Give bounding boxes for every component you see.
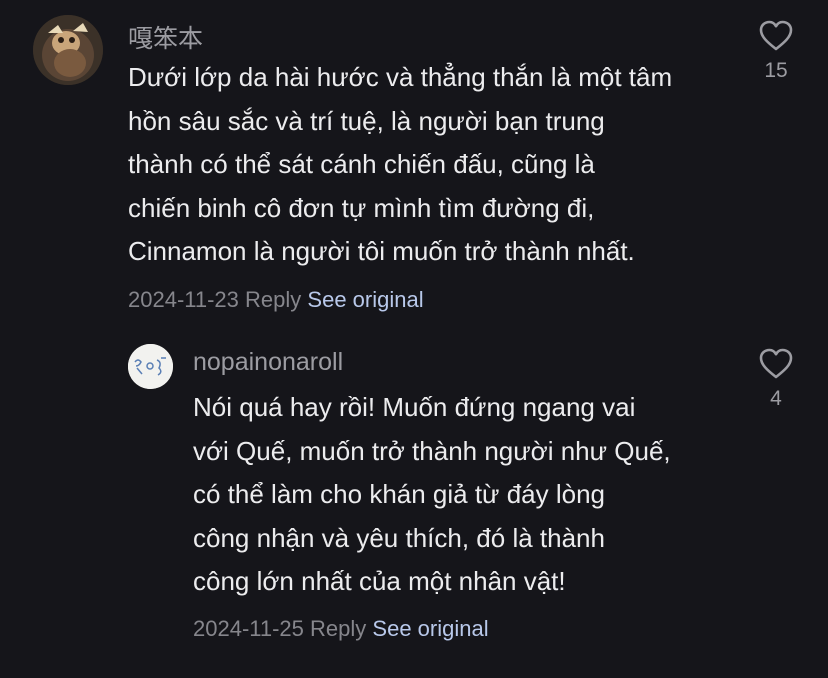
comment-line: Cinnamon là người tôi muốn trở thành nhấ…	[128, 236, 635, 266]
comment-line: Dưới lớp da hài hước và thẳng thắn là mộ…	[128, 62, 673, 92]
avatar-image	[128, 344, 173, 389]
comment-line: thành có thể sát cánh chiến đấu, cũng là	[128, 149, 595, 179]
comment-date: 2024-11-25	[193, 616, 304, 641]
comment-date: 2024-11-23	[128, 287, 239, 312]
username[interactable]: nopainonaroll	[193, 348, 343, 377]
avatar-image	[33, 15, 103, 85]
like-button[interactable]: 4	[746, 348, 806, 411]
reply-button[interactable]: Reply	[310, 616, 366, 641]
comment: 嘎笨本 Dưới lớp da hài hước và thẳng thắn l…	[0, 0, 828, 330]
avatar[interactable]	[128, 344, 173, 389]
heart-outline-icon	[759, 348, 793, 379]
avatar[interactable]	[33, 15, 103, 85]
see-original-link[interactable]: See original	[372, 616, 488, 641]
comment-line: Nói quá hay rồi! Muốn đứng ngang vai	[193, 392, 636, 422]
like-count: 15	[764, 59, 788, 82]
comment-text: Nói quá hay rồi! Muốn đứng ngang vai với…	[193, 386, 671, 604]
comment-line: công lớn nhất của một nhân vật!	[193, 566, 566, 596]
like-button[interactable]: 15	[746, 20, 806, 83]
comment-meta: 2024-11-23 Reply See original	[128, 287, 424, 313]
comment-line: chiến binh cô đơn tự mình tìm đường đi,	[128, 192, 595, 223]
username[interactable]: 嘎笨本	[128, 19, 203, 55]
comment-text: Dưới lớp da hài hước và thẳng thắn là mộ…	[128, 56, 672, 274]
comment-line: với Quế, muốn trở thành người như Quế,	[193, 435, 671, 466]
comment-line: công nhận và yêu thích, đó là thành	[193, 522, 605, 553]
comment-line: hồn sâu sắc và trí tuệ, là người bạn tru…	[128, 105, 605, 136]
comment-meta: 2024-11-25 Reply See original	[193, 616, 489, 642]
reply-button[interactable]: Reply	[245, 287, 301, 312]
see-original-link[interactable]: See original	[307, 287, 423, 312]
comment-line: có thể làm cho khán giả từ đáy lòng	[193, 479, 605, 509]
like-count: 4	[770, 387, 782, 410]
heart-outline-icon	[759, 20, 793, 51]
reply-comment: nopainonaroll Nói quá hay rồi! Muốn đứng…	[0, 330, 828, 678]
